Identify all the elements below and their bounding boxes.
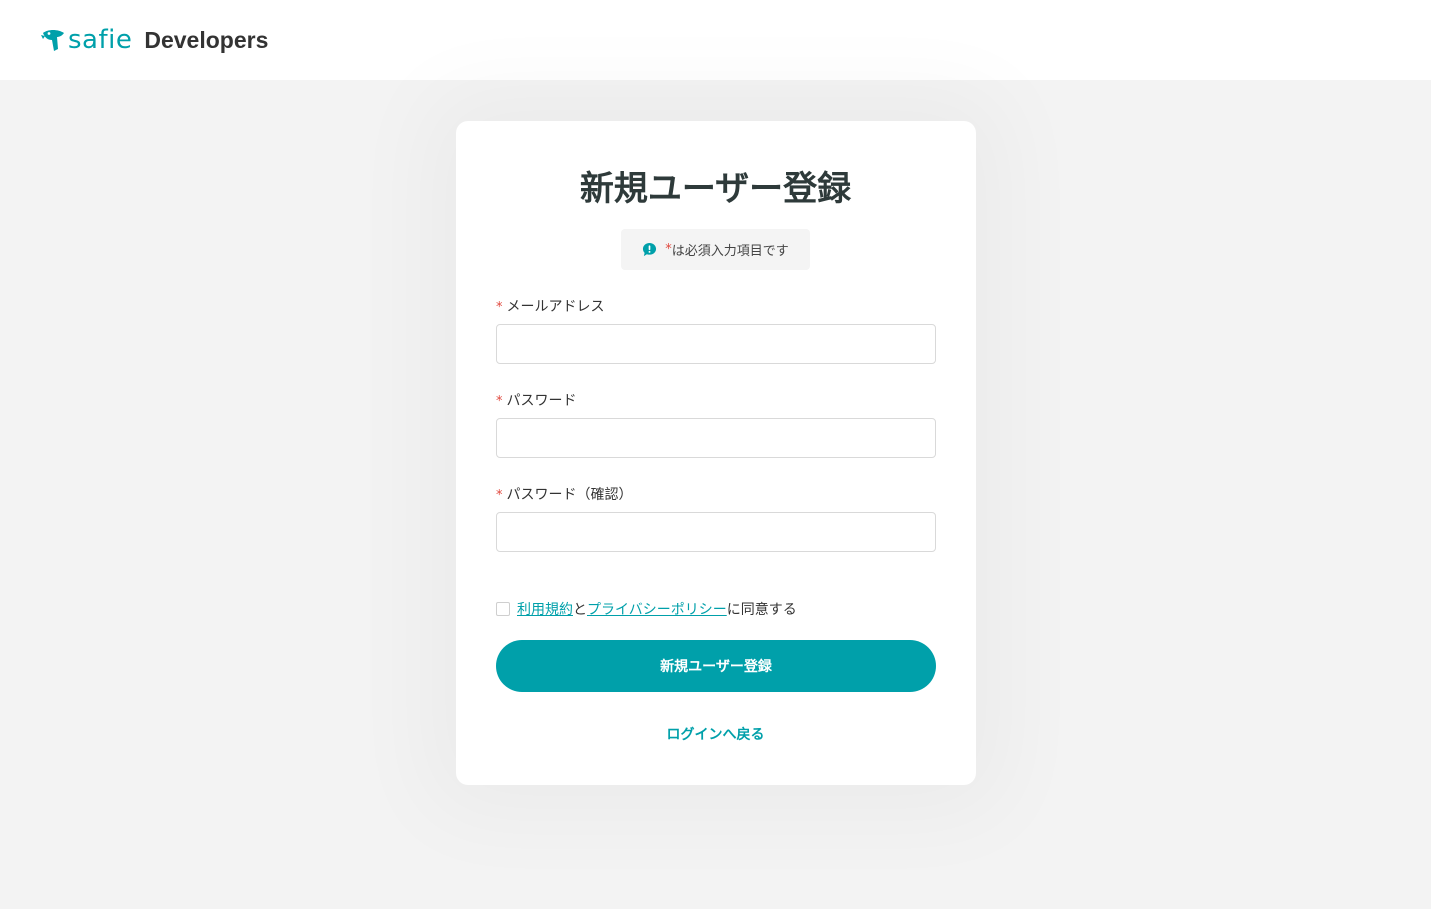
agreement-connector: と (573, 602, 587, 618)
required-asterisk: * (496, 488, 503, 503)
required-notice: * は必須入力項目です (621, 229, 810, 270)
password-label-text: パスワード (506, 393, 577, 409)
required-asterisk: * (496, 300, 503, 315)
logo[interactable]: safie Developers (40, 27, 268, 53)
password-field[interactable] (496, 418, 936, 458)
password-confirm-field[interactable] (496, 512, 936, 552)
agreement-suffix: に同意する (726, 602, 797, 618)
password-label: * パスワード (496, 390, 577, 410)
email-label-text: メールアドレス (506, 299, 605, 315)
email-label: * メールアドレス (496, 296, 605, 316)
email-field[interactable] (496, 324, 936, 364)
logo-text: safie (68, 25, 133, 55)
top-header: safie Developers (0, 0, 1431, 80)
register-button[interactable]: 新規ユーザー登録 (496, 640, 936, 692)
password-confirm-label: * パスワード（確認） (496, 484, 633, 504)
terms-link[interactable]: 利用規約 (517, 599, 573, 619)
exclamation-speech-bubble-icon (643, 242, 657, 257)
password-confirm-label-text: パスワード（確認） (506, 487, 633, 503)
product-name: Developers (144, 26, 269, 53)
required-asterisk: * (496, 394, 503, 409)
page-title: 新規ユーザー登録 (579, 169, 852, 209)
required-notice-text: は必須入力項目です (671, 244, 789, 259)
agreement-row: 利用規約 と プライバシーポリシー に同意する (496, 599, 797, 619)
back-to-login-link[interactable]: ログインへ戻る (0, 724, 1431, 744)
safie-bird-logo-icon (41, 30, 64, 51)
agreement-checkbox[interactable] (496, 602, 510, 616)
privacy-policy-link[interactable]: プライバシーポリシー (587, 599, 727, 619)
